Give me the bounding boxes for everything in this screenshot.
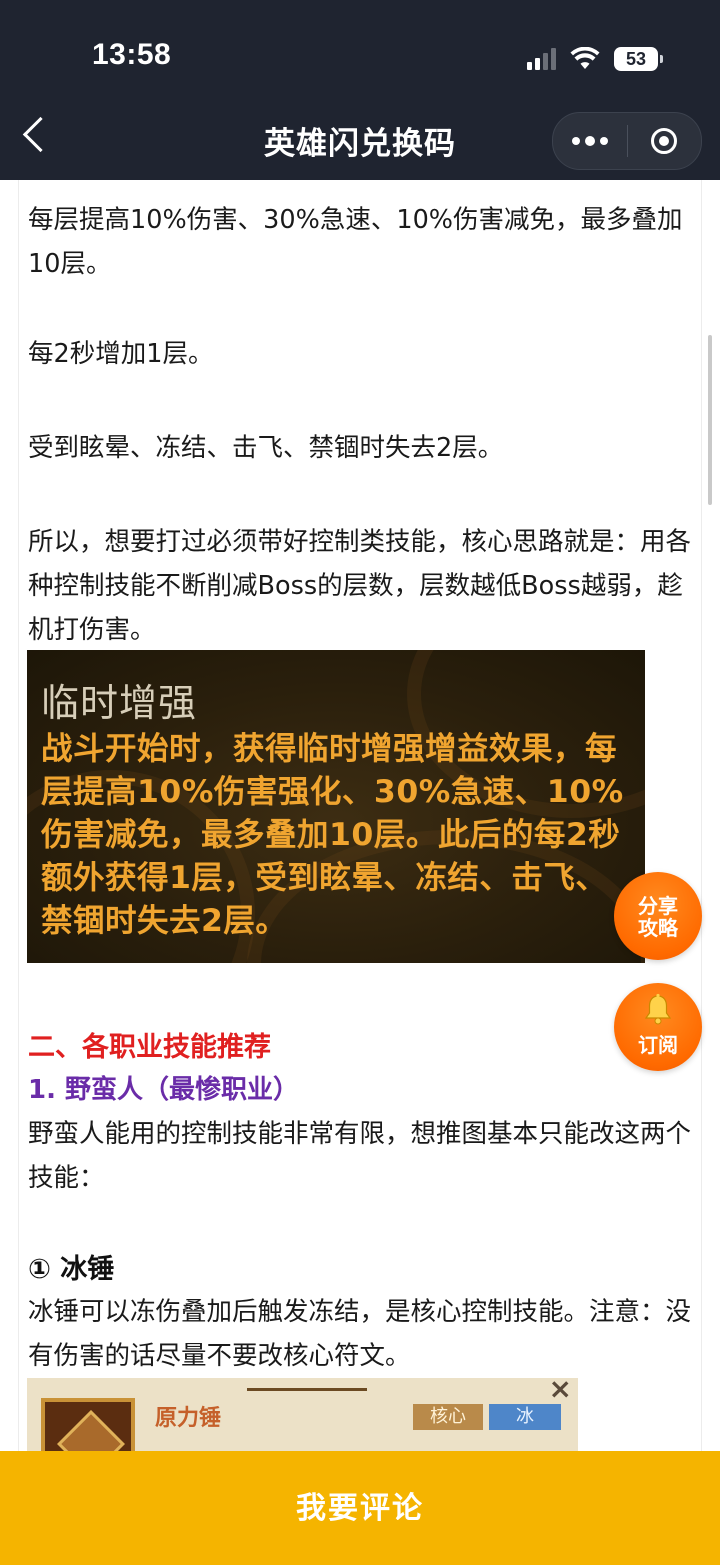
paragraph-buff-effect: 每层提高10%伤害、30%急速、10%伤害减免，最多叠加10层。 (28, 205, 683, 279)
battery-indicator: 53 (614, 47, 663, 71)
paragraph-stack-rate: 每2秒增加1层。 (28, 339, 214, 369)
close-mini-program-button[interactable] (628, 113, 702, 169)
paragraph-ice-hammer: 冰锤可以冻伤叠加后触发冻结，是核心控制技能。注意：没有伤害的话尽量不要改核心符文… (28, 1297, 692, 1371)
share-label-line2: 攻略 (638, 916, 678, 940)
tag-ice: 冰 (489, 1404, 561, 1430)
hammer-skill-icon (41, 1398, 135, 1451)
skill-name: 原力锤 (155, 1406, 222, 1431)
status-time: 13:58 (92, 38, 172, 71)
tag-core: 核心 (413, 1404, 483, 1430)
paragraph-stack-loss: 受到眩晕、冻结、击飞、禁锢时失去2层。 (28, 433, 504, 463)
buff-title: 临时增强 (41, 681, 198, 725)
share-guide-button[interactable]: 分享 攻略 (614, 872, 702, 960)
section-heading: 二、各职业技能推荐 (28, 1032, 271, 1063)
skill-card-ornament (247, 1378, 367, 1391)
paragraph-barbarian: 野蛮人能用的控制技能非常有限，想推图基本只能改这两个技能： (28, 1119, 692, 1193)
close-icon: × (548, 1378, 572, 1405)
paragraph-strategy: 所以，想要打过必须带好控制类技能，核心思路就是：用各种控制技能不断削减Boss的… (28, 527, 692, 645)
comment-button[interactable]: 我要评论 (0, 1451, 720, 1565)
subscribe-label: 订阅 (638, 1033, 678, 1057)
target-icon (651, 128, 678, 154)
scrollbar[interactable] (708, 335, 712, 505)
skill-heading: ① 冰锤 (28, 1254, 115, 1285)
bell-icon (644, 993, 672, 1025)
cellular-signal-icon (527, 48, 556, 70)
share-label-line1: 分享 (638, 894, 678, 918)
subscribe-button[interactable]: 订阅 (614, 983, 702, 1071)
buff-screenshot: 临时增强 战斗开始时，获得临时增强增益效果，每层提高10%伤害强化、30%急速、… (27, 650, 645, 963)
top-bar: 13:58 53 英雄闪兑换码 (0, 0, 720, 180)
skill-screenshot: 原力锤 核心 冰 × (27, 1378, 578, 1451)
more-button[interactable] (553, 113, 627, 169)
article-content: 每层提高10%伤害、30%急速、10%伤害减免，最多叠加10层。 每2秒增加1层… (18, 180, 702, 1451)
status-icons: 53 (527, 42, 663, 76)
class-heading: 1. 野蛮人（最惨职业） (28, 1075, 300, 1105)
buff-description: 战斗开始时，获得临时增强增益效果，每层提高10%伤害强化、30%急速、10%伤害… (41, 731, 624, 939)
wifi-icon (570, 47, 600, 69)
more-dots-icon (571, 135, 608, 146)
mini-program-capsule (552, 112, 702, 170)
